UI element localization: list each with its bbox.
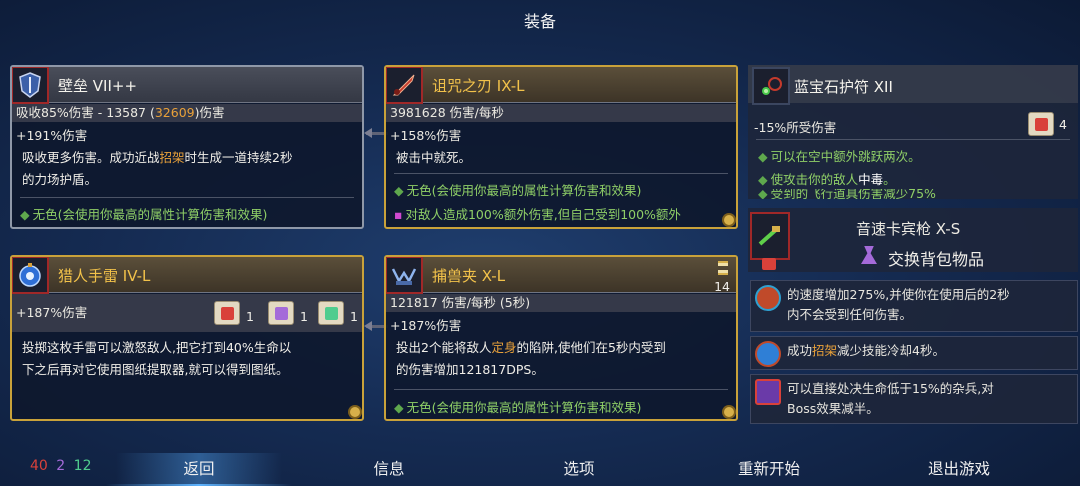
item-name: 诅咒之刃 IX-L xyxy=(432,77,525,95)
stat-line-damage: +158%伤害 xyxy=(390,128,462,143)
swap-backpack-button[interactable]: 交换背包物品 xyxy=(888,246,984,270)
item-name: 猎人手雷 IV-L xyxy=(58,267,151,285)
tactics-scroll-icon xyxy=(268,301,294,325)
brutality-scroll-icon xyxy=(1028,112,1054,136)
backpack-item-name: 音速卡宾枪 X-S xyxy=(856,220,961,238)
screen-title: 装备 xyxy=(523,12,556,31)
item-description: 投掷这枚手雷可以激怒敌人,把它打到40%生命以 下之后再对它使用图纸提取器,就可以… xyxy=(22,340,292,377)
divider xyxy=(394,389,728,390)
item-name: 壁垒 VII++ xyxy=(58,77,138,95)
effect-text: 可以直接处决生命低于15%的杂兵,对 Boss效果减半。 xyxy=(787,381,994,416)
stat-line-damage: +187%伤害 xyxy=(390,318,462,333)
stat-line-damage: +191%伤害 xyxy=(16,128,88,143)
cursed-sword-icon xyxy=(386,67,423,104)
divider xyxy=(394,173,728,174)
bottom-menu-bar: 40 2 12 返回 信息 选项 重新开始 退出游戏 xyxy=(0,448,1080,486)
skull-tag-icon xyxy=(762,258,776,270)
mutation-effect-execution[interactable]: 可以直接处决生命低于15%的杂兵,对 Boss效果减半。 xyxy=(750,374,1078,424)
item-note: ◆ 无色(会使用你最高的属性计算伤害和效果) xyxy=(394,183,642,198)
hourglass-icon xyxy=(718,261,728,275)
scroll-count: 1 xyxy=(350,309,358,324)
item-note: ◆ 使攻击你的敌人中毒。 xyxy=(758,172,896,187)
divider xyxy=(756,139,1070,140)
execution-mutation-icon xyxy=(755,379,781,405)
bear-trap-icon xyxy=(386,257,423,294)
curse-note: ▪ 对敌人造成100%额外伤害,但自己受到100%额外 xyxy=(394,207,681,222)
item-note: ◆ 无色(会使用你最高的属性计算伤害和效果) xyxy=(394,400,642,415)
menu-restart-button[interactable]: 重新开始 xyxy=(728,457,810,479)
stat-line-absorb: 吸收85%伤害 - 13587 (32609)伤害 xyxy=(12,104,362,122)
survival-scroll-icon xyxy=(318,301,344,325)
backpack-icon xyxy=(861,246,877,264)
divider xyxy=(20,197,354,198)
menu-info-button[interactable]: 信息 xyxy=(366,457,412,479)
amulet-panel[interactable]: 蓝宝石护符 XII -15%所受伤害 4 ◆ 可以在空中额外跳跃两次。 ◆ 使攻击你… xyxy=(748,65,1078,199)
tactics-count: 2 xyxy=(56,458,66,474)
shield-icon xyxy=(12,67,49,104)
equipment-card-bulwark[interactable]: 壁垒 VII++ 吸收85%伤害 - 13587 (32609)伤害 +191%… xyxy=(10,65,364,229)
item-note: ◆ 无色(会使用你最高的属性计算伤害和效果) xyxy=(20,207,268,222)
scroll-count: 1 xyxy=(246,309,254,324)
stat-line-damage: +187%伤害 xyxy=(12,294,362,332)
amulet-icon xyxy=(752,67,790,105)
effect-text: 的速度增加275%,并使你在使用后的2秒 内不会受到任何伤害。 xyxy=(787,287,1010,322)
stat-line-defense: -15%所受伤害 xyxy=(754,120,837,135)
item-description: 投出2个能将敌人定身的陷阱,使他们在5秒内受到 的伤害增加121817DPS。 xyxy=(396,340,666,377)
stat-line-dps: 3981628 伤害/每秒 xyxy=(386,104,736,122)
mutation-effect-speed[interactable]: 的速度增加275%,并使你在使用后的2秒 内不会受到任何伤害。 xyxy=(750,280,1078,332)
mutation-effect-parry[interactable]: 成功招架减少技能冷却4秒。 xyxy=(750,336,1078,370)
carbine-icon xyxy=(750,212,790,260)
equipment-card-cursed-sword[interactable]: 诅咒之刃 IX-L 3981628 伤害/每秒 +158%伤害 被击中就死。 ◆… xyxy=(384,65,738,229)
scroll-count: 4 xyxy=(1059,117,1067,132)
survival-count: 12 xyxy=(73,458,92,474)
grenade-icon xyxy=(12,257,49,294)
cooldown-timer: 14 xyxy=(714,279,730,294)
menu-quit-button[interactable]: 退出游戏 xyxy=(918,457,1000,479)
brutality-count: 40 xyxy=(30,458,48,474)
speed-mutation-icon xyxy=(755,285,781,311)
equipment-card-hunter-grenade[interactable]: 猎人手雷 IV-L +187%伤害 1 1 1 投掷这枚手雷可以激怒敌人,把它打… xyxy=(10,255,364,421)
brutality-scroll-icon xyxy=(214,301,240,325)
effect-text: 成功招架减少技能冷却4秒。 xyxy=(787,343,945,358)
item-note: ◆ 可以在空中额外跳跃两次。 xyxy=(758,149,921,164)
scroll-count: 1 xyxy=(300,309,308,324)
item-name: 捕兽夹 X-L xyxy=(432,267,506,285)
stat-line-dps: 121817 伤害/每秒 (5秒) xyxy=(386,294,736,312)
backpack-slot[interactable]: 音速卡宾枪 X-S 交换背包物品 xyxy=(748,208,1078,272)
menu-back-button[interactable]: 返回 xyxy=(106,453,292,486)
stat-counters: 40 2 12 xyxy=(30,458,91,474)
item-note-clipped: ◆ 受到的飞行道具伤害减少75% xyxy=(758,189,936,199)
menu-options-button[interactable]: 选项 xyxy=(556,457,602,479)
item-description: 吸收更多伤害。成功近战招架时生成一道持续2秒 的力场护盾。 xyxy=(22,150,293,187)
absorb-value: 32609 xyxy=(154,105,195,120)
item-name: 蓝宝石护符 XII xyxy=(794,78,893,96)
parry-mutation-icon xyxy=(755,341,781,367)
item-description: 被击中就死。 xyxy=(396,150,472,165)
equipment-card-bear-trap[interactable]: 捕兽夹 X-L 121817 伤害/每秒 (5秒) 14 +187%伤害 投出2… xyxy=(384,255,738,421)
